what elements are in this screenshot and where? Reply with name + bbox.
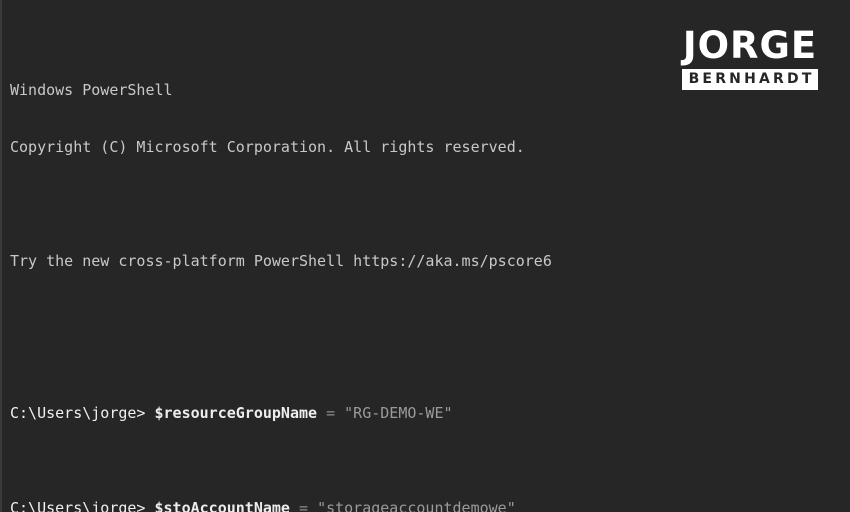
variable-resourcegroupname: $resourceGroupName [154, 404, 318, 422]
assignment-operator: = [326, 404, 336, 422]
powershell-terminal-window[interactable]: JORGE BERNHARDT Windows PowerShell Copyr… [0, 0, 850, 512]
string-literal-storageaccountdemowe: "storageaccountdemowe" [317, 499, 516, 512]
banner-line-pscore6: Try the new cross-platform PowerShell ht… [10, 252, 552, 270]
command-line-1: C:\Users\jorge> $resourceGroupName = "RG… [10, 404, 850, 423]
variable-stoaccountname: $stoAccountName [154, 499, 290, 512]
banner-line-title: Windows PowerShell [10, 81, 173, 99]
console-output-area[interactable]: Windows PowerShell Copyright (C) Microso… [2, 0, 850, 512]
banner-line-copyright: Copyright (C) Microsoft Corporation. All… [10, 138, 525, 156]
command-line-2: C:\Users\jorge> $stoAccountName = "stora… [10, 499, 850, 512]
assignment-operator: = [299, 499, 309, 512]
string-literal-rg-demo-we: "RG-DEMO-WE" [344, 404, 453, 422]
prompt-string: C:\Users\jorge> [10, 499, 146, 512]
prompt-string: C:\Users\jorge> [10, 404, 146, 422]
